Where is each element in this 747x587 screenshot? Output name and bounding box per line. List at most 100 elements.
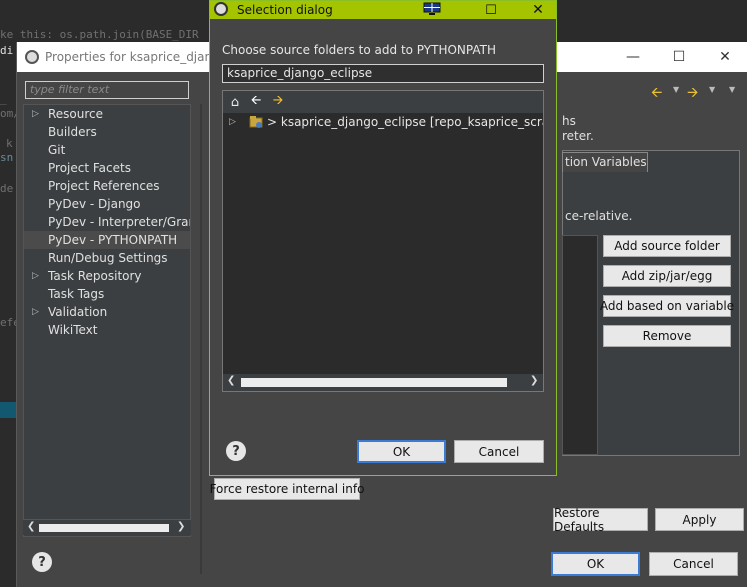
scrollbar-thumb[interactable] [39,524,169,532]
code-line: sn [0,151,14,164]
selection-prompt: Choose source folders to add to PYTHONPA… [222,43,496,57]
tree-row-label: > ksaprice_django_eclipse [repo_ksaprice… [267,115,543,129]
scroll-right-icon[interactable]: ❯ [177,521,185,532]
properties-title: Properties for ksaprice_django_ [45,50,234,64]
tree-item-label: PyDev - PYTHONPATH [48,233,178,247]
expand-arrow-icon[interactable]: ▷ [32,267,39,285]
tree-horizontal-scrollbar[interactable]: ❮ ❯ [23,519,191,535]
cancel-button[interactable]: Cancel [649,552,738,576]
tree-item-project-facets[interactable]: Project Facets [24,159,190,177]
close-button[interactable]: ✕ [520,1,556,19]
expand-arrow-icon[interactable]: ▷ [32,303,39,321]
expand-arrow-icon[interactable]: ▷ [229,113,236,131]
cancel-button[interactable]: Cancel [454,440,544,463]
maximize-icon: ☐ [672,49,686,65]
force-restore-button[interactable]: Force restore internal info [210,478,364,500]
tree-item-resource[interactable]: ▷ Resource [24,105,190,123]
remove-button[interactable]: Remove [603,325,731,347]
description-line: reter. [562,129,594,143]
code-line: _ [0,92,7,105]
code-line: di [0,44,14,57]
tree-item-label: Run/Debug Settings [48,251,168,265]
tree-item-label: Project Facets [48,161,131,175]
code-line: ke this: os.path.join(BASE_DIR [0,28,199,41]
source-folder-list[interactable] [562,235,598,455]
tab-description: ce-relative. [565,209,633,223]
tree-toolbar: ⌂ 🡨 🡪 [223,91,543,113]
minimize-icon: — [626,49,640,65]
chevron-down-icon[interactable]: ▼ [673,85,679,94]
tree-horizontal-scrollbar[interactable]: ❮ ❯ [223,374,543,391]
tree-item-git[interactable]: Git [24,141,190,159]
close-icon: ✕ [532,2,544,18]
add-based-on-variable-button[interactable]: Add based on variable [600,295,734,317]
tree-item-pydev-django[interactable]: PyDev - Django [24,195,190,213]
maximize-icon: ☐ [485,2,497,18]
tab-string-substitution-variables[interactable]: tion Variables [562,152,648,172]
page-description: hs reter. [562,114,594,144]
scroll-right-icon[interactable]: ❯ [530,375,538,386]
chevron-down-icon[interactable]: ▼ [709,85,715,94]
tree-item-pydev-pythonpath[interactable]: PyDev - PYTHONPATH [24,231,190,249]
add-source-folder-button[interactable]: Add source folder [603,235,731,257]
back-arrow-icon[interactable]: 🡨 [651,82,662,106]
tree-item-label: Task Repository [48,269,142,283]
project-folder-icon [249,116,263,128]
scroll-left-icon[interactable]: ❮ [227,375,235,386]
tree-item-builders[interactable]: Builders [24,123,190,141]
selection-titlebar[interactable]: Selection dialog ☐ ✕ [210,1,556,19]
description-line: hs [562,114,576,128]
close-button[interactable]: ✕ [702,42,747,72]
restore-defaults-button[interactable]: Restore Defaults [553,506,648,534]
tree-item-wikitext[interactable]: WikiText [24,321,190,339]
tree-item-run-debug-settings[interactable]: Run/Debug Settings [24,249,190,267]
source-folder-tree[interactable]: ⌂ 🡨 🡪 ▷ > ksaprice_django_eclipse [repo_… [222,90,544,392]
selection-title: Selection dialog [237,3,333,17]
minimize-button[interactable]: — [610,42,656,72]
tree-item-task-repository[interactable]: ▷ Task Repository [24,267,190,285]
eclipse-icon [214,2,228,16]
back-icon[interactable]: 🡨 [248,93,264,110]
tree-item-label: Resource [48,107,104,121]
tree-item-label: Git [48,143,66,157]
eclipse-icon [25,50,39,64]
panel-divider[interactable] [200,104,202,574]
tree-item-label: Project References [48,179,160,193]
home-icon[interactable]: ⌂ [227,94,243,110]
apply-button[interactable]: Apply [655,508,744,531]
code-line: de [0,182,14,195]
property-pages-tree[interactable]: ▷ Resource Builders Git Project Facets P… [23,104,191,537]
tree-item-pydev-interpreter[interactable]: PyDev - Interpreter/Grammar [24,213,190,231]
expand-arrow-icon[interactable]: ▷ [32,105,39,123]
ok-button[interactable]: OK [357,440,446,463]
ok-button[interactable]: OK [551,552,640,576]
scrollbar-thumb[interactable] [241,378,507,387]
tree-item-label: Validation [48,305,108,319]
editor-selection-marker [0,402,16,418]
forward-icon[interactable]: 🡪 [270,93,286,110]
maximize-button[interactable]: ☐ [656,42,702,72]
folder-filter-input[interactable]: ksaprice_django_eclipse [222,64,544,83]
tree-item-project-references[interactable]: Project References [24,177,190,195]
help-icon[interactable]: ? [32,552,52,572]
close-icon: ✕ [719,49,731,65]
selection-dialog: Selection dialog ☐ ✕ Choose source folde… [209,0,557,476]
scroll-left-icon[interactable]: ❮ [27,521,35,532]
tree-item-label: PyDev - Interpreter/Grammar [48,215,190,229]
view-menu-icon[interactable]: ▼ [729,85,735,94]
tree-item-label: WikiText [48,323,98,337]
add-zip-jar-egg-button[interactable]: Add zip/jar/egg [603,265,731,287]
filter-input[interactable]: type filter text [25,81,189,99]
tree-item-task-tags[interactable]: Task Tags [24,285,190,303]
page-navigation: 🡨 ▼ 🡪 ▼ ▼ [651,82,747,101]
code-line: k [6,137,13,150]
tree-item-label: Builders [48,125,97,139]
tree-item-label: Task Tags [48,287,105,301]
maximize-button[interactable]: ☐ [476,1,506,19]
tree-row-project[interactable]: ▷ > ksaprice_django_eclipse [repo_ksapri… [223,113,543,131]
tree-item-validation[interactable]: ▷ Validation [24,303,190,321]
help-icon[interactable]: ? [226,441,246,461]
forward-arrow-icon[interactable]: 🡪 [687,82,698,106]
tree-item-label: PyDev - Django [48,197,141,211]
monitor-icon [423,2,441,15]
